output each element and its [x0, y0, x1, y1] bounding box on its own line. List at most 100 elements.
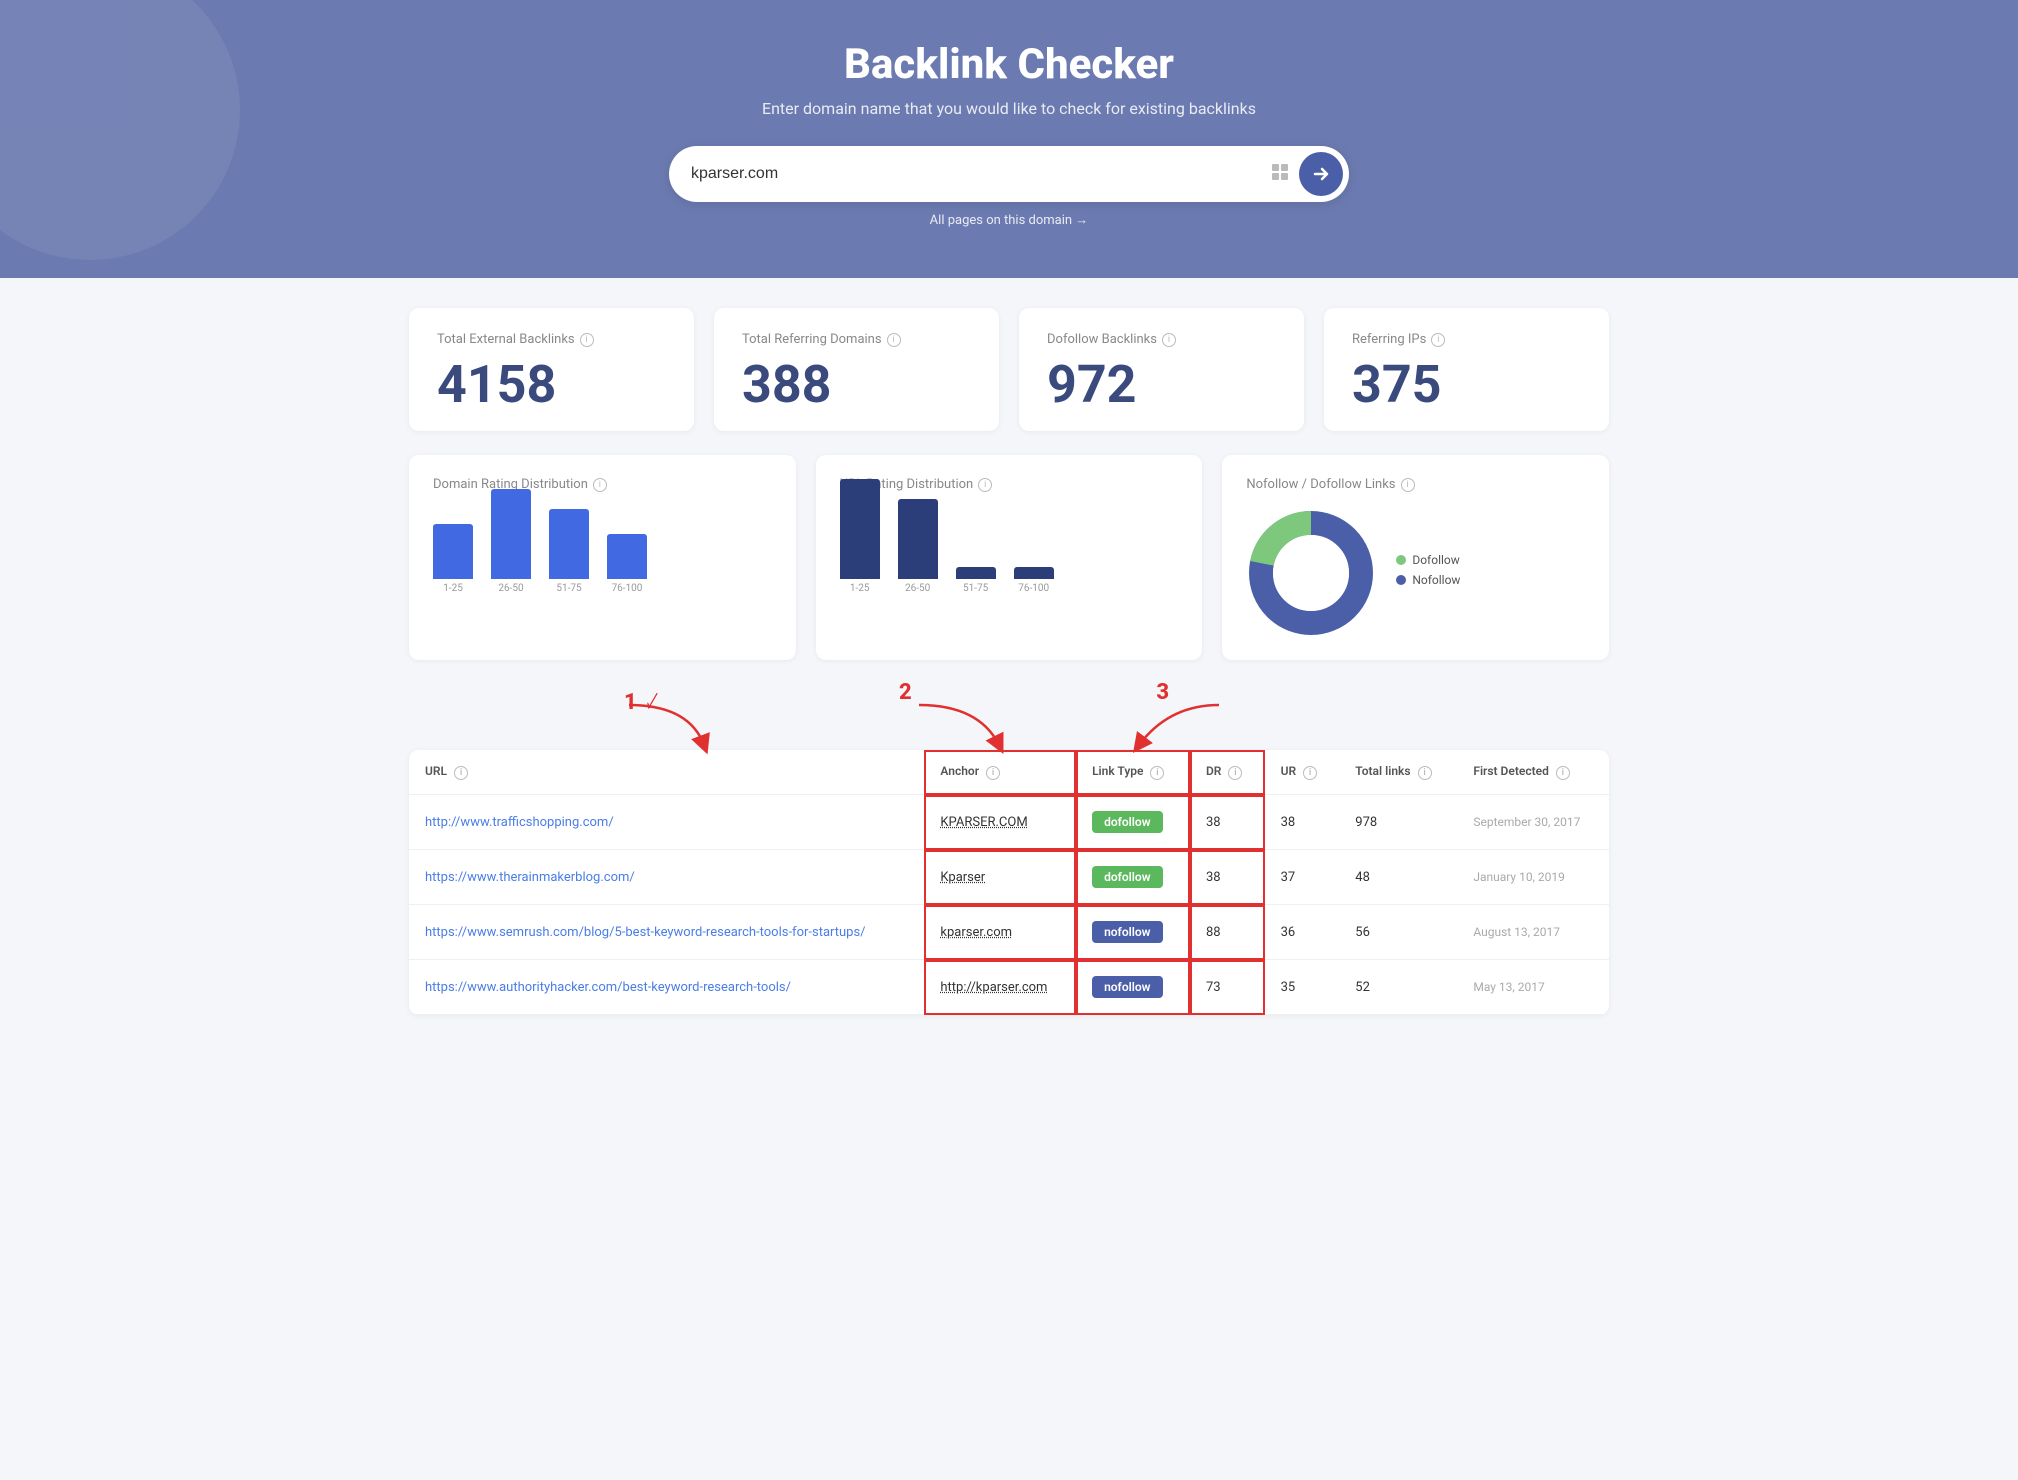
stat-value-ips: 375 — [1352, 359, 1581, 411]
nofollow-dofollow-title: Nofollow / Dofollow Links i — [1246, 477, 1585, 492]
clear-search-button[interactable] — [1261, 159, 1299, 190]
bar-label-26-50: 26-50 — [498, 583, 523, 594]
url-link-3[interactable]: https://www.authorityhacker.com/best-key… — [425, 980, 791, 995]
bar-group-26-50: 26-50 — [491, 489, 531, 594]
info-icon-dr-col[interactable]: i — [1228, 766, 1242, 780]
cell-dr-0: 38 — [1190, 795, 1265, 850]
cell-linktype-1: dofollow — [1076, 850, 1190, 905]
col-header-dr: DR i — [1190, 750, 1265, 795]
col-header-anchor: Anchor i — [924, 750, 1076, 795]
bar-label-76-100: 76-100 — [612, 583, 643, 594]
annotation-layer: 1 ↓ 2 3 — [409, 690, 1609, 750]
stat-label-dofollow: Dofollow Backlinks i — [1047, 332, 1276, 347]
bar-label-51-75: 51-75 — [556, 583, 581, 594]
nofollow-dofollow-chart: Nofollow / Dofollow Links i Dofollow — [1222, 455, 1609, 660]
anchor-text-3: http://kparser.com — [940, 980, 1047, 995]
info-icon-first-detected-col[interactable]: i — [1556, 766, 1570, 780]
info-icon-ips[interactable]: i — [1431, 333, 1445, 347]
cell-first-detected-2: August 13, 2017 — [1457, 905, 1609, 960]
bar-76-100 — [607, 534, 647, 579]
stat-value-backlinks: 4158 — [437, 359, 666, 411]
stat-label-ips: Referring IPs i — [1352, 332, 1581, 347]
arrow-svg-1 — [609, 695, 729, 755]
bar-51-75 — [549, 509, 589, 579]
bar-group-51-75: 51-75 — [549, 509, 589, 594]
col-header-first-detected: First Detected i — [1457, 750, 1609, 795]
info-icon-ur-col[interactable]: i — [1303, 766, 1317, 780]
cell-total-links-1: 48 — [1339, 850, 1457, 905]
url-rating-bars: 1-25 26-50 51-75 76-100 — [840, 508, 1179, 618]
cell-anchor-3: http://kparser.com — [924, 960, 1076, 1015]
info-icon-donut[interactable]: i — [1401, 478, 1415, 492]
info-icon-dr-chart[interactable]: i — [593, 478, 607, 492]
info-icon-dofollow[interactable]: i — [1162, 333, 1176, 347]
url-bar-label-26-50: 26-50 — [905, 583, 930, 594]
cell-total-links-0: 978 — [1339, 795, 1457, 850]
donut-legend: Dofollow Nofollow — [1396, 553, 1460, 593]
grid-icon — [1271, 163, 1289, 181]
url-bar-76-100 — [1014, 567, 1054, 579]
table-body: http://www.trafficshopping.com/ KPARSER.… — [409, 795, 1609, 1015]
badge-linktype-1: dofollow — [1092, 866, 1163, 888]
bar-label-1-25: 1-25 — [443, 583, 463, 594]
arrow-svg-3 — [1119, 695, 1249, 755]
cell-url-1: https://www.therainmakerblog.com/ — [409, 850, 924, 905]
cell-ur-1: 37 — [1265, 850, 1340, 905]
header: Backlink Checker Enter domain name that … — [0, 0, 2018, 278]
cell-url-2: https://www.semrush.com/blog/5-best-keyw… — [409, 905, 924, 960]
info-icon-linktype-col[interactable]: i — [1150, 766, 1164, 780]
url-bar-label-76-100: 76-100 — [1018, 583, 1049, 594]
cell-dr-3: 73 — [1190, 960, 1265, 1015]
url-link-0[interactable]: http://www.trafficshopping.com/ — [425, 815, 614, 830]
table-row: http://www.trafficshopping.com/ KPARSER.… — [409, 795, 1609, 850]
url-bar-26-50 — [898, 499, 938, 579]
anchor-text-0: KPARSER.COM — [940, 815, 1027, 830]
info-icon-backlinks[interactable]: i — [580, 333, 594, 347]
url-link-1[interactable]: https://www.therainmakerblog.com/ — [425, 870, 635, 885]
info-icon-anchor-col[interactable]: i — [986, 766, 1000, 780]
stat-label-backlinks: Total External Backlinks i — [437, 332, 666, 347]
cell-url-0: http://www.trafficshopping.com/ — [409, 795, 924, 850]
cell-anchor-2: kparser.com — [924, 905, 1076, 960]
table-wrapper: URL i Anchor i Link Type i DR — [409, 750, 1609, 1015]
search-go-button[interactable] — [1299, 152, 1343, 196]
cell-first-detected-3: May 13, 2017 — [1457, 960, 1609, 1015]
page-title: Backlink Checker — [20, 40, 1998, 89]
col-header-total-links: Total links i — [1339, 750, 1457, 795]
col-header-ur: UR i — [1265, 750, 1340, 795]
stat-value-domains: 388 — [742, 359, 971, 411]
info-icon-url-col[interactable]: i — [454, 766, 468, 780]
cell-first-detected-1: January 10, 2019 — [1457, 850, 1609, 905]
url-bar-label-51-75: 51-75 — [963, 583, 988, 594]
url-bar-group-1-25: 1-25 — [840, 479, 880, 594]
url-rating-title: URL Rating Distribution i — [840, 477, 1179, 492]
cell-linktype-2: nofollow — [1076, 905, 1190, 960]
stats-row: Total External Backlinks i 4158 Total Re… — [409, 308, 1609, 431]
search-input[interactable] — [691, 165, 1261, 183]
bar-group-1-25: 1-25 — [433, 524, 473, 594]
stat-value-dofollow: 972 — [1047, 359, 1276, 411]
info-icon-domains[interactable]: i — [887, 333, 901, 347]
arrow-svg-2 — [899, 695, 1029, 755]
url-bar-51-75 — [956, 567, 996, 579]
bar-group-76-100: 76-100 — [607, 534, 647, 594]
donut-container: Dofollow Nofollow — [1246, 508, 1585, 638]
url-link-2[interactable]: https://www.semrush.com/blog/5-best-keyw… — [425, 925, 866, 940]
stat-card-ips: Referring IPs i 375 — [1324, 308, 1609, 431]
cell-linktype-0: dofollow — [1076, 795, 1190, 850]
url-rating-chart: URL Rating Distribution i 1-25 26-50 51-… — [816, 455, 1203, 660]
info-icon-total-links-col[interactable]: i — [1418, 766, 1432, 780]
legend-dot-dofollow — [1396, 555, 1406, 565]
info-icon-ur-chart[interactable]: i — [978, 478, 992, 492]
anchor-text-1: Kparser — [940, 870, 985, 885]
stat-card-dofollow: Dofollow Backlinks i 972 — [1019, 308, 1304, 431]
table-row: https://www.authorityhacker.com/best-key… — [409, 960, 1609, 1015]
table-row: https://www.therainmakerblog.com/ Kparse… — [409, 850, 1609, 905]
legend-nofollow: Nofollow — [1396, 573, 1460, 587]
cell-anchor-0: KPARSER.COM — [924, 795, 1076, 850]
charts-row: Domain Rating Distribution i 1-25 26-50 … — [409, 455, 1609, 660]
search-scope[interactable]: All pages on this domain → — [20, 212, 1998, 228]
anchor-text-2: kparser.com — [940, 925, 1012, 940]
bar-1-25 — [433, 524, 473, 579]
legend-dot-nofollow — [1396, 575, 1406, 585]
